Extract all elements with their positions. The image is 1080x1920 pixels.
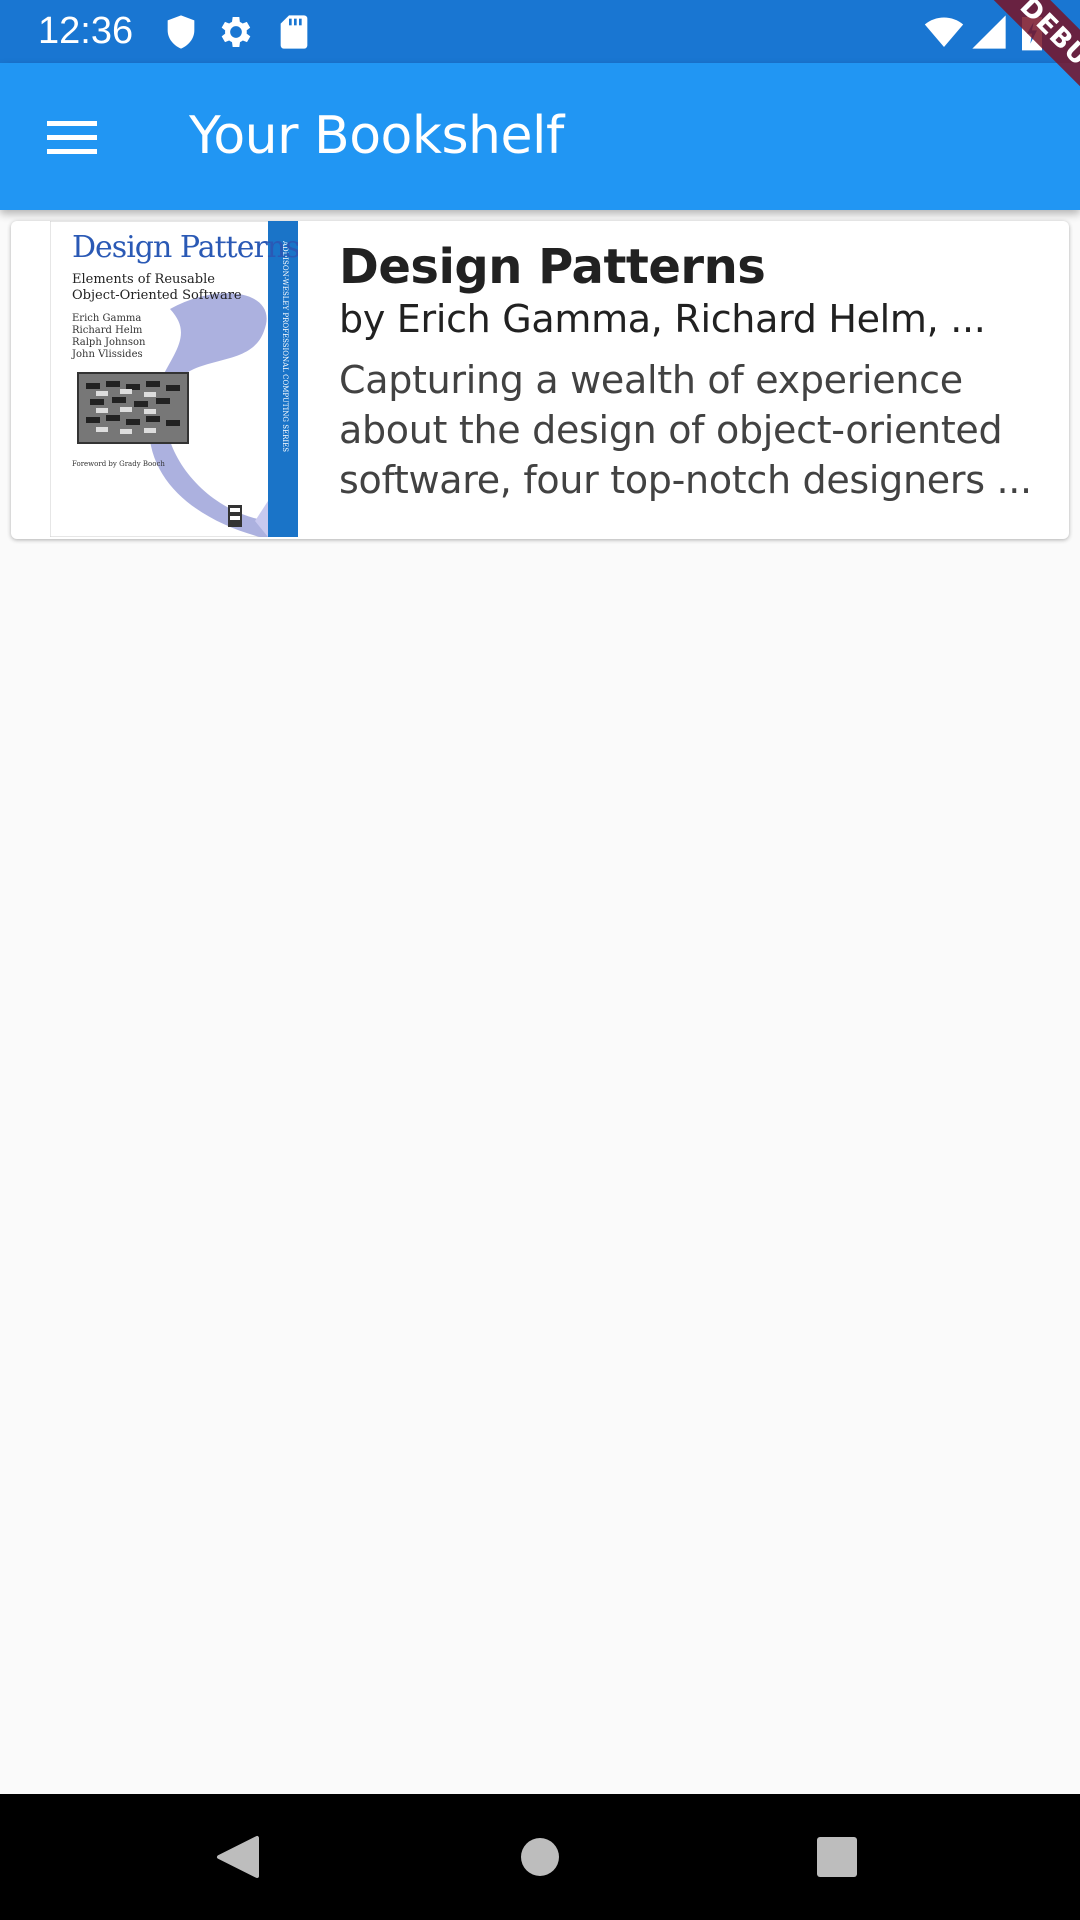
cover-author: Ralph Johnson (72, 337, 146, 348)
book-description-line: Capturing a wealth of experience (339, 358, 963, 402)
back-icon[interactable] (205, 1824, 271, 1890)
cover-author: John Vlissides (71, 349, 143, 360)
sd-card-icon (280, 15, 308, 49)
book-card[interactable]: ADDISON-WESLEY PROFESSIONAL COMPUTING SE… (11, 221, 1069, 539)
cover-spine-text: ADDISON-WESLEY PROFESSIONAL COMPUTING SE… (281, 240, 289, 452)
cover-subtitle-1: Elements of Reusable (72, 272, 215, 287)
shield-icon (167, 15, 195, 49)
book-author: by Erich Gamma, Richard Helm, ... (339, 297, 986, 341)
cover-author: Erich Gamma (72, 313, 141, 324)
status-bar: 12:36 (0, 0, 1080, 63)
gear-icon (221, 17, 251, 47)
recents-icon[interactable] (804, 1824, 870, 1890)
book-title: Design Patterns (339, 239, 766, 295)
menu-icon (47, 121, 97, 154)
cover-title: Design Patterns (72, 230, 298, 265)
signal-icon (972, 15, 1006, 49)
battery-charging-icon (1022, 13, 1042, 51)
wifi-icon (924, 17, 964, 47)
book-cover-image: ADDISON-WESLEY PROFESSIONAL COMPUTING SE… (50, 221, 298, 537)
cover-subtitle-2: Object-Oriented Software (72, 288, 242, 303)
cover-foreword: Foreword by Grady Booch (72, 460, 165, 468)
book-description-line: about the design of object-oriented (339, 408, 1003, 452)
navigation-bar (0, 1794, 1080, 1920)
book-description: Capturing a wealth of experience about t… (339, 355, 1049, 505)
app-bar: Your Bookshelf (0, 63, 1080, 210)
status-time: 12:36 (38, 10, 134, 52)
cover-author: Richard Helm (72, 325, 143, 336)
app-title: Your Bookshelf (189, 106, 564, 166)
book-description-line: software, four top-notch designers ... (339, 458, 1032, 502)
menu-button[interactable] (34, 99, 110, 175)
home-icon[interactable] (507, 1824, 573, 1890)
